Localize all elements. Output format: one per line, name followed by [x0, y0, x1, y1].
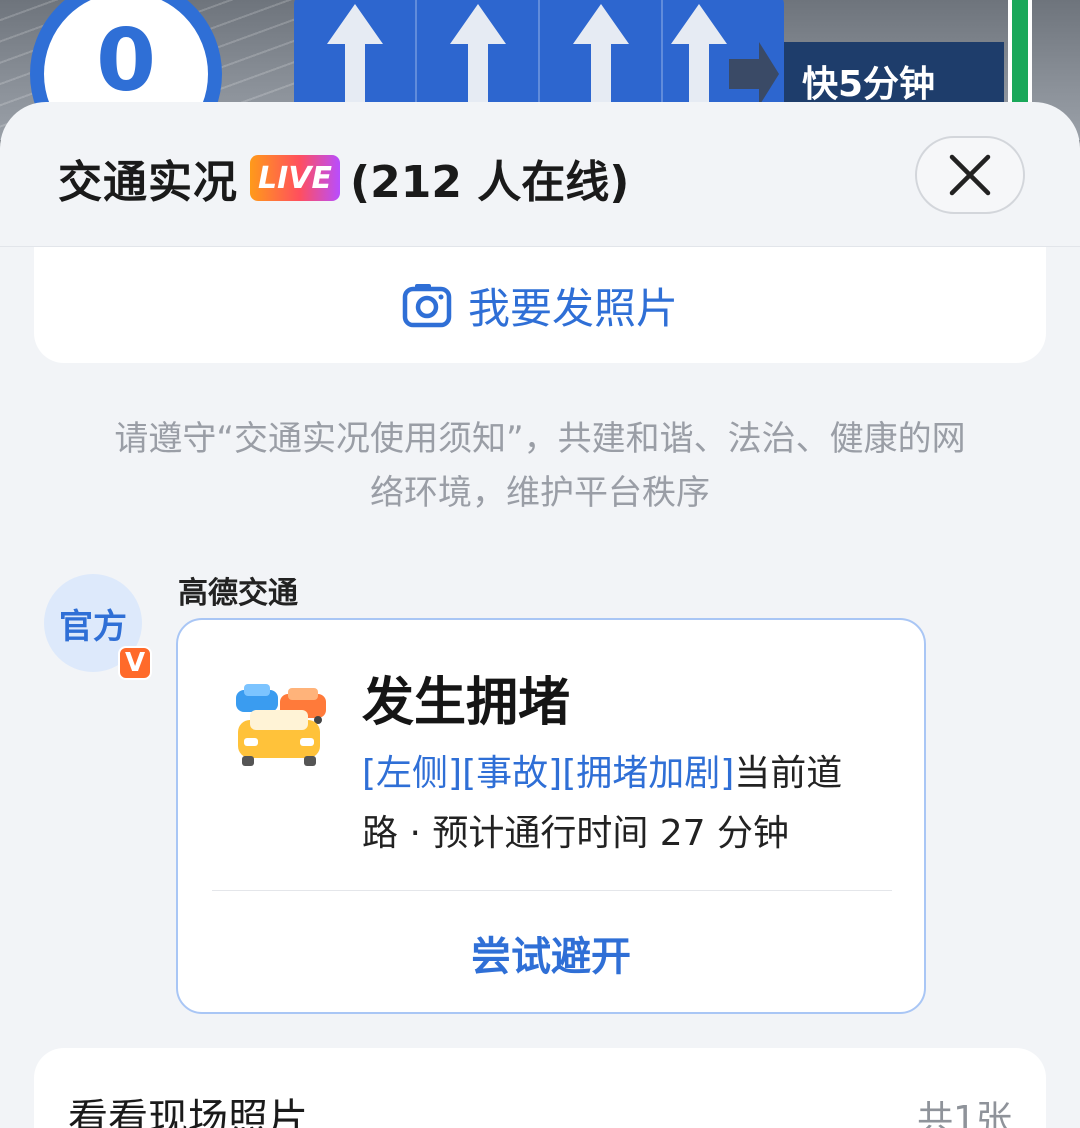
traffic-event-card[interactable]: 发生拥堵 [左侧][事故][拥堵加剧]当前道 路 · 预计通行时间 27 分钟 … [176, 618, 926, 1014]
eta-text: 快5分钟 [802, 64, 936, 105]
desc-text-2: 路 · 预计通行时间 27 分钟 [362, 813, 790, 854]
arrow-up-icon [572, 4, 629, 114]
scene-photos-title: 看看现场照片 [68, 1096, 308, 1128]
tag-accident[interactable]: [事故] [462, 753, 562, 794]
verified-badge: V [118, 646, 152, 680]
speed-value: 0 [96, 11, 156, 111]
desc-text-1: 当前道 [734, 753, 843, 794]
try-avoid-label: 尝试避开 [471, 934, 631, 980]
traffic-live-sheet: 交通实况 LIVE (212 人在线) 我要发照片 请遵守“交通实况使用须知”，… [0, 102, 1080, 1128]
scene-photos-count: 共1张 [917, 1099, 1012, 1128]
notice-line-2: 络环境，维护平台秩序 [370, 473, 710, 513]
camera-icon [402, 284, 452, 328]
post-photo-label: 我要发照片 [467, 283, 678, 333]
avatar-label: 官方 [59, 606, 127, 647]
online-count: (212 人在线) [350, 157, 630, 208]
close-button[interactable] [915, 136, 1025, 214]
arrow-up-icon [326, 4, 383, 114]
card-divider [212, 890, 892, 891]
post-photo-content: 我要发照片 [402, 275, 678, 336]
close-icon [949, 154, 991, 196]
scene-photos-section[interactable]: 看看现场照片 共1张 [34, 1048, 1046, 1128]
post-photo-button[interactable]: 我要发照片 [34, 247, 1046, 363]
live-badge: LIVE [250, 155, 340, 201]
sheet-header: 交通实况 LIVE (212 人在线) [0, 102, 1080, 247]
tag-left-side[interactable]: [左侧] [362, 753, 462, 794]
arrow-up-icon [449, 4, 506, 114]
usage-notice: 请遵守“交通实况使用须知”，共建和谐、法治、健康的网 络环境，维护平台秩序 [40, 412, 1040, 520]
notice-line-1: 请遵守“交通实况使用须知”，共建和谐、法治、健康的网 [114, 419, 966, 459]
traffic-jam-cars-icon [236, 684, 326, 766]
arrow-up-right-icon [670, 4, 779, 114]
try-avoid-button[interactable]: 尝试避开 [178, 892, 924, 1014]
sheet-title: 交通实况 [58, 157, 238, 208]
event-description: [左侧][事故][拥堵加剧]当前道 路 · 预计通行时间 27 分钟 [362, 744, 892, 864]
tag-congestion-worsening[interactable]: [拥堵加剧] [562, 753, 734, 794]
source-name: 高德交通 [178, 576, 298, 611]
title-row: 交通实况 LIVE (212 人在线) [58, 146, 629, 210]
event-title: 发生拥堵 [362, 673, 571, 733]
